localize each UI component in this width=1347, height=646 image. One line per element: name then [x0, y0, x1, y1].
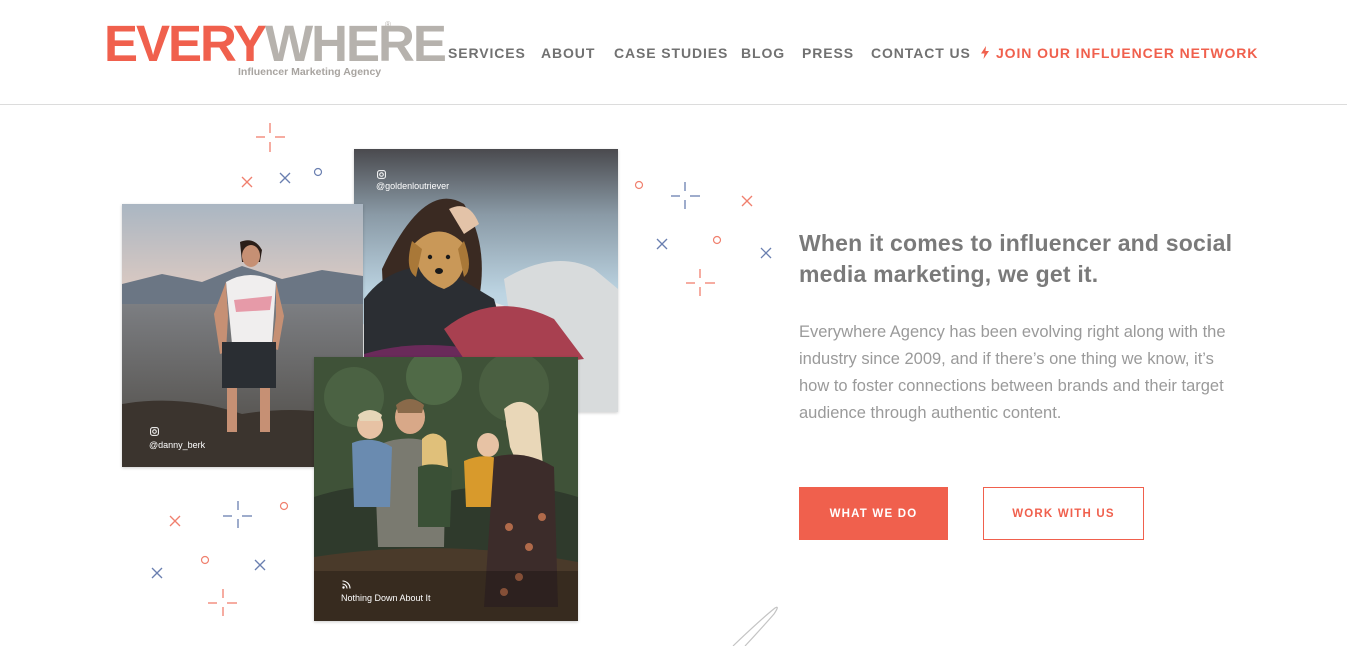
site-header: EVERYWHERE ® Influencer Marketing Agency… [0, 0, 1347, 105]
influencer-photo-nothing-down-about-it: Nothing Down About It [314, 357, 578, 621]
sparkle-icon [208, 589, 237, 616]
photo-handle-nothing-down-about-it: Nothing Down About It [341, 593, 431, 603]
sparkle-icon [256, 123, 285, 152]
cross-icon [279, 172, 291, 184]
circle-icon [200, 555, 210, 565]
work-with-us-button[interactable]: WORK WITH US [983, 487, 1144, 540]
cross-icon [741, 195, 753, 207]
nav-case-studies[interactable]: CASE STUDIES [614, 45, 728, 61]
nav-blog[interactable]: BLOG [741, 45, 785, 61]
cross-icon [241, 176, 253, 188]
lightning-bolt-icon [981, 46, 989, 59]
logo-registered-mark: ® [385, 20, 391, 29]
circle-icon [712, 235, 722, 245]
scroll-swoosh-icon [732, 606, 778, 646]
hero-body-text: Everywhere Agency has been evolving righ… [799, 323, 1226, 422]
logo-where-text: WHERE [265, 15, 447, 72]
rss-icon [342, 580, 351, 589]
nav-press[interactable]: PRESS [802, 45, 854, 61]
cross-icon [169, 515, 181, 527]
nav-services[interactable]: SERVICES [448, 45, 526, 61]
cross-icon [760, 247, 772, 259]
cross-icon [254, 559, 266, 571]
photo-handle-goldenloutriever: @goldenloutriever [376, 181, 450, 191]
instagram-icon [150, 427, 159, 436]
photo-handle-danny-berk: @danny_berk [149, 440, 206, 450]
nav-about[interactable]: ABOUT [541, 45, 595, 61]
nav-cta-label: JOIN OUR INFLUENCER NETWORK [996, 45, 1259, 61]
sparkle-icon [686, 269, 715, 296]
circle-icon [313, 167, 323, 177]
logo-every-text: EVERY [104, 15, 267, 72]
logo-tagline: Influencer Marketing Agency [238, 66, 382, 78]
sparkle-icon [671, 182, 700, 209]
nav-join-influencer-network[interactable]: JOIN OUR INFLUENCER NETWORK [981, 45, 1258, 61]
logo-wordmark: EVERYWHERE [104, 15, 447, 72]
cross-icon [656, 238, 668, 250]
circle-icon [279, 501, 289, 511]
everywhere-logo[interactable]: EVERYWHERE ® Influencer Marketing Agency [104, 18, 447, 82]
cross-icon [151, 567, 163, 579]
sparkle-icon [223, 501, 252, 528]
what-we-do-button[interactable]: WHAT WE DO [799, 487, 948, 540]
instagram-icon [377, 170, 386, 179]
hero-headline: When it comes to influencer and social m… [799, 230, 1233, 287]
nav-contact-us[interactable]: CONTACT US [871, 45, 971, 61]
circle-icon [634, 180, 644, 190]
photo-family-portrait [314, 357, 578, 621]
